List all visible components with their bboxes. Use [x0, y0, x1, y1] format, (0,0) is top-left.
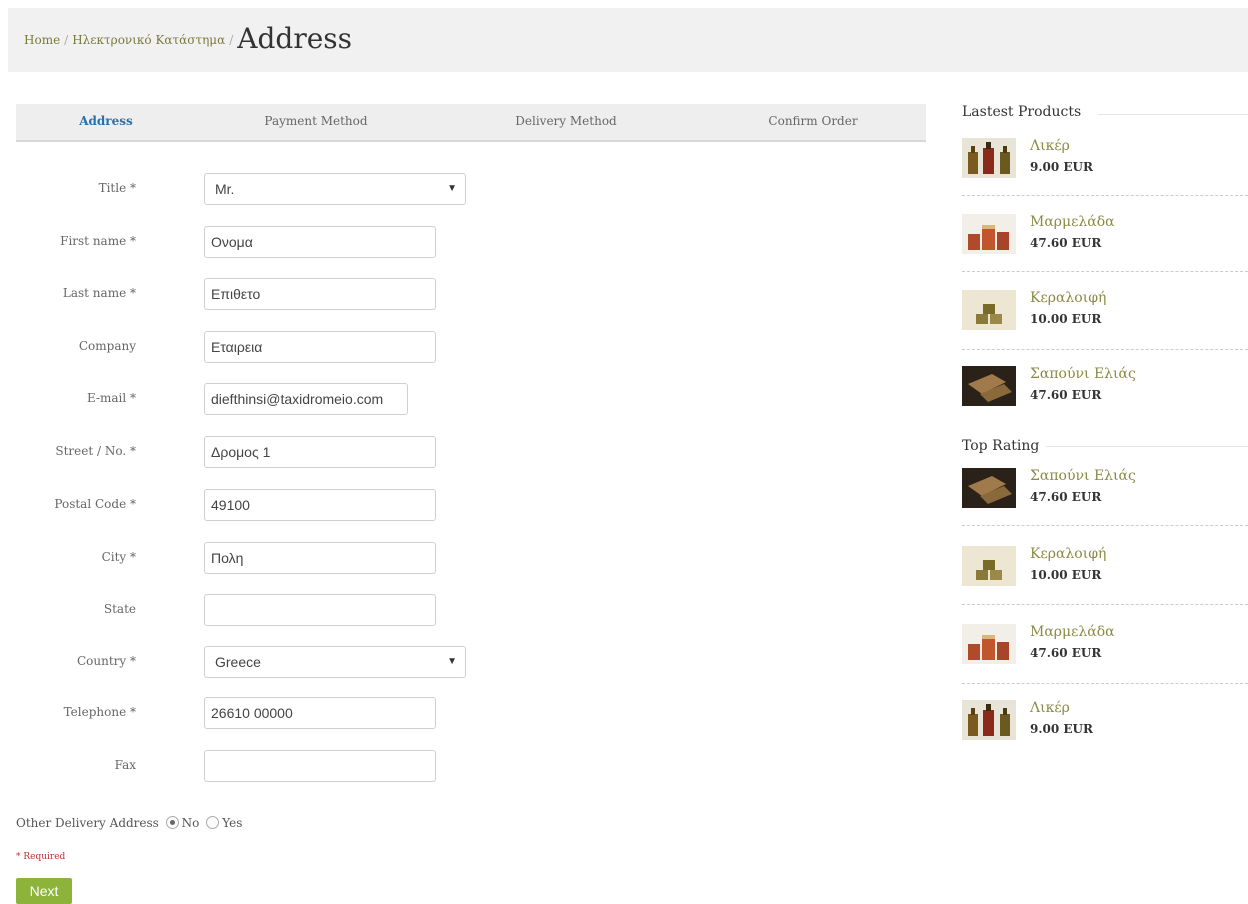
email-label: E-mail * [86, 391, 136, 405]
city-field[interactable]: Πολη [204, 542, 436, 574]
step-delivery-method[interactable]: Delivery Method [476, 114, 656, 128]
other-delivery-yes-radio[interactable] [206, 816, 220, 829]
street-label: Street / No. * [55, 444, 136, 458]
product-price: 47.60 EUR [1030, 388, 1102, 402]
step-confirm-order[interactable]: Confirm Order [723, 114, 903, 128]
top-rating-heading: Top Rating [962, 438, 1040, 454]
company-label: Company [78, 339, 136, 353]
wax-ointment-jars-thumbnail[interactable] [962, 290, 1016, 330]
product-divider [962, 349, 1248, 350]
top-rating-item[interactable]: Σαπούνι Ελιάς 47.60 EUR [962, 468, 1248, 548]
postal-code-field[interactable]: 49100 [204, 489, 436, 521]
jam-jars-thumbnail[interactable] [962, 214, 1016, 254]
other-delivery-label: Other Delivery Address [16, 816, 159, 830]
last-name-label: Last name * [62, 286, 136, 300]
breadcrumb-separator: / [229, 33, 234, 47]
product-price: 47.60 EUR [1030, 490, 1102, 504]
top-rating-item[interactable]: Μαρμελάδα 47.60 EUR [962, 624, 1248, 704]
other-delivery-no-label[interactable]: No [182, 816, 200, 830]
dropdown-arrow-icon: ▼ [447, 656, 457, 667]
state-label: State [103, 602, 136, 616]
top-rating-item[interactable]: Λικέρ 9.00 EUR [962, 700, 1248, 780]
product-name-link[interactable]: Λικέρ [1030, 700, 1070, 716]
heading-divider [1098, 114, 1248, 115]
heading-divider [1046, 446, 1248, 447]
product-divider [962, 195, 1248, 196]
jam-jars-thumbnail[interactable] [962, 624, 1016, 664]
product-price: 10.00 EUR [1030, 568, 1102, 582]
wax-ointment-jars-thumbnail[interactable] [962, 546, 1016, 586]
title-select-value: Mr. [215, 181, 235, 197]
latest-product-item[interactable]: Σαπούνι Ελιάς 47.60 EUR [962, 366, 1248, 446]
product-divider [962, 683, 1248, 684]
other-delivery-address: Other Delivery Address No Yes [16, 816, 242, 830]
breadcrumb: Home / Ηλεκτρονικό Κατάστημα / Address [24, 22, 352, 55]
country-select[interactable]: Greece ▼ [204, 646, 466, 678]
page-title: Address [237, 22, 353, 55]
street-field[interactable]: Δρομος 1 [204, 436, 436, 468]
other-delivery-yes-label[interactable]: Yes [222, 816, 242, 830]
last-name-field[interactable]: Επιθετο [204, 278, 436, 310]
olive-soap-bars-thumbnail[interactable] [962, 468, 1016, 508]
product-price: 47.60 EUR [1030, 646, 1102, 660]
product-name-link[interactable]: Σαπούνι Ελιάς [1030, 468, 1136, 484]
product-name-link[interactable]: Λικέρ [1030, 138, 1070, 154]
product-divider [962, 604, 1248, 605]
breadcrumb-shop-link[interactable]: Ηλεκτρονικό Κατάστημα [72, 33, 225, 47]
breadcrumb-bar: Home / Ηλεκτρονικό Κατάστημα / Address [8, 8, 1248, 72]
fax-field[interactable] [204, 750, 436, 782]
country-select-value: Greece [215, 654, 261, 670]
email-field[interactable]: diefthinsi@taxidromeio.com [204, 383, 408, 415]
product-name-link[interactable]: Μαρμελάδα [1030, 624, 1115, 640]
fax-label: Fax [114, 758, 136, 772]
product-price: 9.00 EUR [1030, 722, 1093, 736]
product-divider [962, 271, 1248, 272]
latest-product-item[interactable]: Λικέρ 9.00 EUR [962, 138, 1248, 218]
top-rating-item[interactable]: Κεραλοιφή 10.00 EUR [962, 546, 1248, 626]
telephone-field[interactable]: 26610 00000 [204, 697, 436, 729]
step-address[interactable]: Address [16, 114, 196, 128]
product-divider [962, 525, 1248, 526]
breadcrumb-home-link[interactable]: Home [24, 33, 60, 47]
product-name-link[interactable]: Κεραλοιφή [1030, 546, 1106, 562]
product-name-link[interactable]: Μαρμελάδα [1030, 214, 1115, 230]
latest-product-item[interactable]: Μαρμελάδα 47.60 EUR [962, 214, 1248, 294]
other-delivery-no-radio[interactable] [165, 816, 179, 829]
country-label: Country * [76, 654, 136, 668]
city-label: City * [101, 550, 136, 564]
first-name-field[interactable]: Ονομα [204, 226, 436, 258]
product-price: 9.00 EUR [1030, 160, 1093, 174]
liqueur-bottles-thumbnail[interactable] [962, 700, 1016, 740]
first-name-label: First name * [60, 234, 136, 248]
company-field[interactable]: Εταιρεια [204, 331, 436, 363]
checkout-steps: Address Payment Method Delivery Method C… [16, 104, 926, 142]
step-payment-method[interactable]: Payment Method [226, 114, 406, 128]
latest-product-item[interactable]: Κεραλοιφή 10.00 EUR [962, 290, 1248, 370]
postal-code-label: Postal Code * [54, 497, 136, 511]
product-name-link[interactable]: Κεραλοιφή [1030, 290, 1106, 306]
telephone-label: Telephone * [63, 705, 136, 719]
next-button[interactable]: Next [16, 878, 72, 904]
product-name-link[interactable]: Σαπούνι Ελιάς [1030, 366, 1136, 382]
dropdown-arrow-icon: ▼ [447, 183, 457, 194]
product-price: 47.60 EUR [1030, 236, 1102, 250]
liqueur-bottles-thumbnail[interactable] [962, 138, 1016, 178]
title-label: Title * [98, 181, 136, 195]
required-note: * Required [16, 852, 66, 862]
breadcrumb-separator: / [64, 33, 69, 47]
olive-soap-bars-thumbnail[interactable] [962, 366, 1016, 406]
state-field[interactable] [204, 594, 436, 626]
title-select[interactable]: Mr. ▼ [204, 173, 466, 205]
latest-products-heading: Lastest Products [962, 104, 1082, 120]
product-price: 10.00 EUR [1030, 312, 1102, 326]
